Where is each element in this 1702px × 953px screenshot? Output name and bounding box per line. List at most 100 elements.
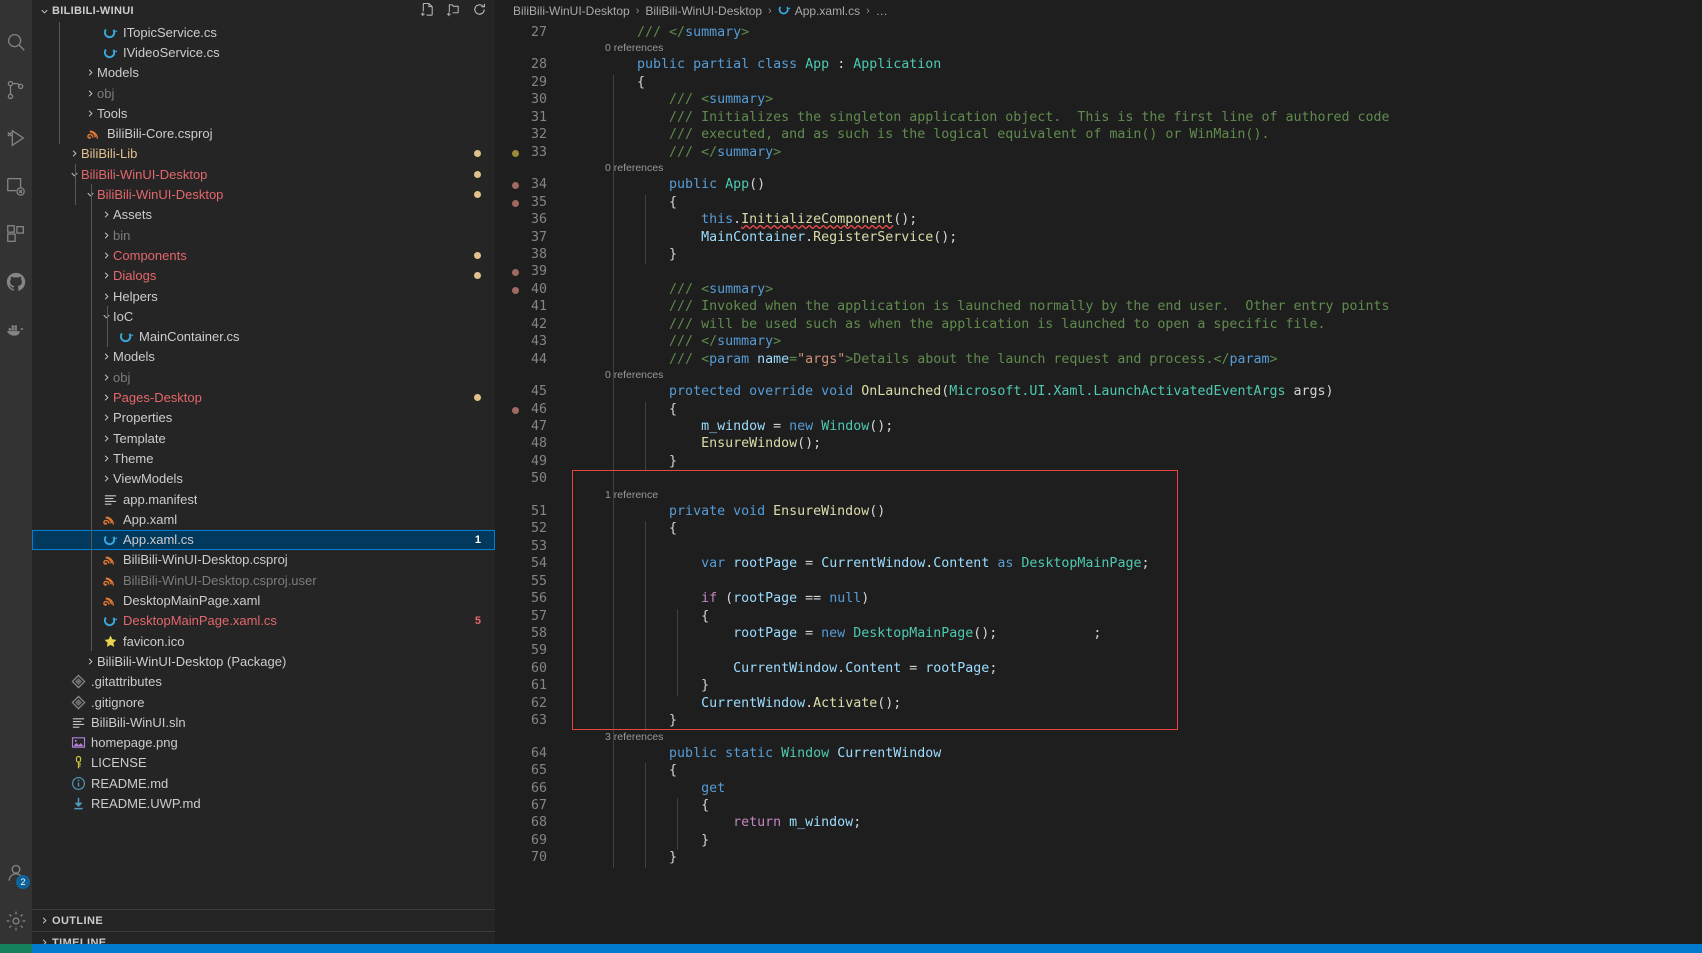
- tree-folder-row[interactable]: BiliBili-Lib: [32, 144, 495, 164]
- code-line[interactable]: 42 /// will be used such as when the app…: [495, 317, 1702, 334]
- chevron-right-icon[interactable]: [68, 148, 81, 159]
- new-file-icon[interactable]: [420, 2, 435, 20]
- github-icon[interactable]: [0, 258, 32, 306]
- breadcrumb-item[interactable]: BiliBili-WinUI-Desktop: [513, 4, 630, 18]
- code-line[interactable]: 35 {: [495, 195, 1702, 212]
- outline-section-header[interactable]: OUTLINE: [32, 909, 495, 931]
- tree-file-row[interactable]: app.manifest: [32, 489, 495, 509]
- run-and-debug-icon[interactable]: [0, 114, 32, 162]
- chevron-right-icon[interactable]: [100, 351, 113, 362]
- code-line[interactable]: 49 }: [495, 454, 1702, 471]
- tree-file-row[interactable]: BiliBili-WinUI.sln: [32, 712, 495, 732]
- code-line[interactable]: 61 }: [495, 678, 1702, 695]
- code-line[interactable]: 31 /// Initializes the singleton applica…: [495, 110, 1702, 127]
- code-line[interactable]: 32 /// executed, and as such is the logi…: [495, 127, 1702, 144]
- code-line[interactable]: 48 EnsureWindow();: [495, 436, 1702, 453]
- tree-folder-row[interactable]: BiliBili-WinUI-Desktop: [32, 184, 495, 204]
- code-line[interactable]: 54 var rootPage = CurrentWindow.Content …: [495, 556, 1702, 573]
- tree-folder-row[interactable]: Models: [32, 63, 495, 83]
- chevron-right-icon[interactable]: [100, 412, 113, 423]
- new-folder-icon[interactable]: [446, 2, 461, 20]
- chevron-down-icon[interactable]: [36, 0, 52, 22]
- file-tree[interactable]: ITopicService.cs IVideoService.cs Models ob…: [32, 22, 495, 909]
- code-line[interactable]: 66 get: [495, 781, 1702, 798]
- chevron-right-icon[interactable]: [100, 270, 113, 281]
- source-control-icon[interactable]: [0, 66, 32, 114]
- code-line[interactable]: 27 /// </summary>: [495, 25, 1702, 42]
- code-line[interactable]: 63 }: [495, 713, 1702, 730]
- tree-folder-row[interactable]: Properties: [32, 408, 495, 428]
- code-lens[interactable]: 0 references: [605, 42, 663, 54]
- code-line[interactable]: 38 }: [495, 247, 1702, 264]
- tree-folder-row[interactable]: Pages-Desktop: [32, 387, 495, 407]
- code-line[interactable]: 41 /// Invoked when the application is l…: [495, 299, 1702, 316]
- tree-file-row[interactable]: DesktopMainPage.xaml: [32, 590, 495, 610]
- chevron-right-icon[interactable]: [84, 108, 97, 119]
- chevron-right-icon[interactable]: [100, 453, 113, 464]
- chevron-right-icon[interactable]: [84, 67, 97, 78]
- code-line[interactable]: 28 public partial class App : Applicatio…: [495, 57, 1702, 74]
- explorer-root-header[interactable]: BILIBILI-WINUI: [32, 0, 495, 22]
- tree-folder-row[interactable]: IoC: [32, 306, 495, 326]
- tree-folder-row[interactable]: BiliBili-WinUI-Desktop (Package): [32, 651, 495, 671]
- tree-file-row[interactable]: App.xaml: [32, 509, 495, 529]
- tree-folder-row[interactable]: Dialogs: [32, 266, 495, 286]
- tree-file-row[interactable]: README.md: [32, 773, 495, 793]
- chevron-right-icon[interactable]: [100, 209, 113, 220]
- chevron-right-icon[interactable]: [100, 372, 113, 383]
- tree-file-row[interactable]: README.UWP.md: [32, 793, 495, 813]
- code-line[interactable]: 57 {: [495, 609, 1702, 626]
- tree-file-row[interactable]: App.xaml.cs 1: [32, 529, 495, 550]
- tree-file-row[interactable]: ITopicService.cs: [32, 22, 495, 42]
- tree-file-row[interactable]: IVideoService.cs: [32, 42, 495, 62]
- code-line[interactable]: 67 {: [495, 798, 1702, 815]
- accounts-icon[interactable]: 2: [0, 849, 32, 897]
- tree-folder-row[interactable]: Theme: [32, 448, 495, 468]
- code-line[interactable]: 55: [495, 574, 1702, 591]
- chevron-right-icon[interactable]: [100, 230, 113, 241]
- chevron-right-icon[interactable]: [100, 291, 113, 302]
- tree-folder-row[interactable]: obj: [32, 367, 495, 387]
- code-line[interactable]: 37 MainContainer.RegisterService();: [495, 230, 1702, 247]
- code-line[interactable]: 46 {: [495, 402, 1702, 419]
- code-line[interactable]: 29 {: [495, 75, 1702, 92]
- breadcrumb-item[interactable]: BiliBili-WinUI-Desktop: [645, 4, 762, 18]
- tree-folder-row[interactable]: Tools: [32, 103, 495, 123]
- chevron-right-icon[interactable]: [100, 473, 113, 484]
- tree-file-row[interactable]: BiliBili-WinUI-Desktop.csproj: [32, 550, 495, 570]
- chevron-right-icon[interactable]: [100, 392, 113, 403]
- search-icon[interactable]: [0, 18, 32, 66]
- tree-folder-row[interactable]: ViewModels: [32, 469, 495, 489]
- tree-folder-row[interactable]: obj: [32, 83, 495, 103]
- code-line[interactable]: 59: [495, 643, 1702, 660]
- code-line[interactable]: 33 /// </summary>: [495, 145, 1702, 162]
- code-line[interactable]: 58 rootPage = new DesktopMainPage(); ;: [495, 626, 1702, 643]
- code-line[interactable]: 62 CurrentWindow.Activate();: [495, 696, 1702, 713]
- code-line[interactable]: 70 }: [495, 850, 1702, 867]
- code-line[interactable]: 44 /// <param name="args">Details about …: [495, 352, 1702, 369]
- tree-folder-row[interactable]: Assets: [32, 205, 495, 225]
- tree-folder-row[interactable]: Helpers: [32, 286, 495, 306]
- tree-file-row[interactable]: DesktopMainPage.xaml.cs 5: [32, 611, 495, 631]
- tree-folder-row[interactable]: BiliBili-WinUI-Desktop: [32, 164, 495, 184]
- code-line[interactable]: 30 /// <summary>: [495, 92, 1702, 109]
- chevron-right-icon[interactable]: [100, 250, 113, 261]
- code-line[interactable]: 68 return m_window;: [495, 815, 1702, 832]
- code-line[interactable]: 45 protected override void OnLaunched(Mi…: [495, 384, 1702, 401]
- code-line[interactable]: 34 public App(): [495, 177, 1702, 194]
- tree-file-row[interactable]: .gitattributes: [32, 672, 495, 692]
- tree-file-row[interactable]: BiliBili-WinUI-Desktop.csproj.user: [32, 570, 495, 590]
- code-line[interactable]: 64 public static Window CurrentWindow: [495, 746, 1702, 763]
- tree-file-row[interactable]: MainContainer.cs: [32, 327, 495, 347]
- tree-folder-row[interactable]: Models: [32, 347, 495, 367]
- chevron-right-icon[interactable]: [100, 433, 113, 444]
- code-line[interactable]: 47 m_window = new Window();: [495, 419, 1702, 436]
- tree-folder-row[interactable]: Template: [32, 428, 495, 448]
- tree-file-row[interactable]: homepage.png: [32, 733, 495, 753]
- testing-icon[interactable]: [0, 162, 32, 210]
- code-line[interactable]: 40 /// <summary>: [495, 282, 1702, 299]
- tree-folder-row[interactable]: bin: [32, 225, 495, 245]
- code-line[interactable]: 65 {: [495, 763, 1702, 780]
- tree-file-row[interactable]: LICENSE: [32, 753, 495, 773]
- code-line[interactable]: 43 /// </summary>: [495, 334, 1702, 351]
